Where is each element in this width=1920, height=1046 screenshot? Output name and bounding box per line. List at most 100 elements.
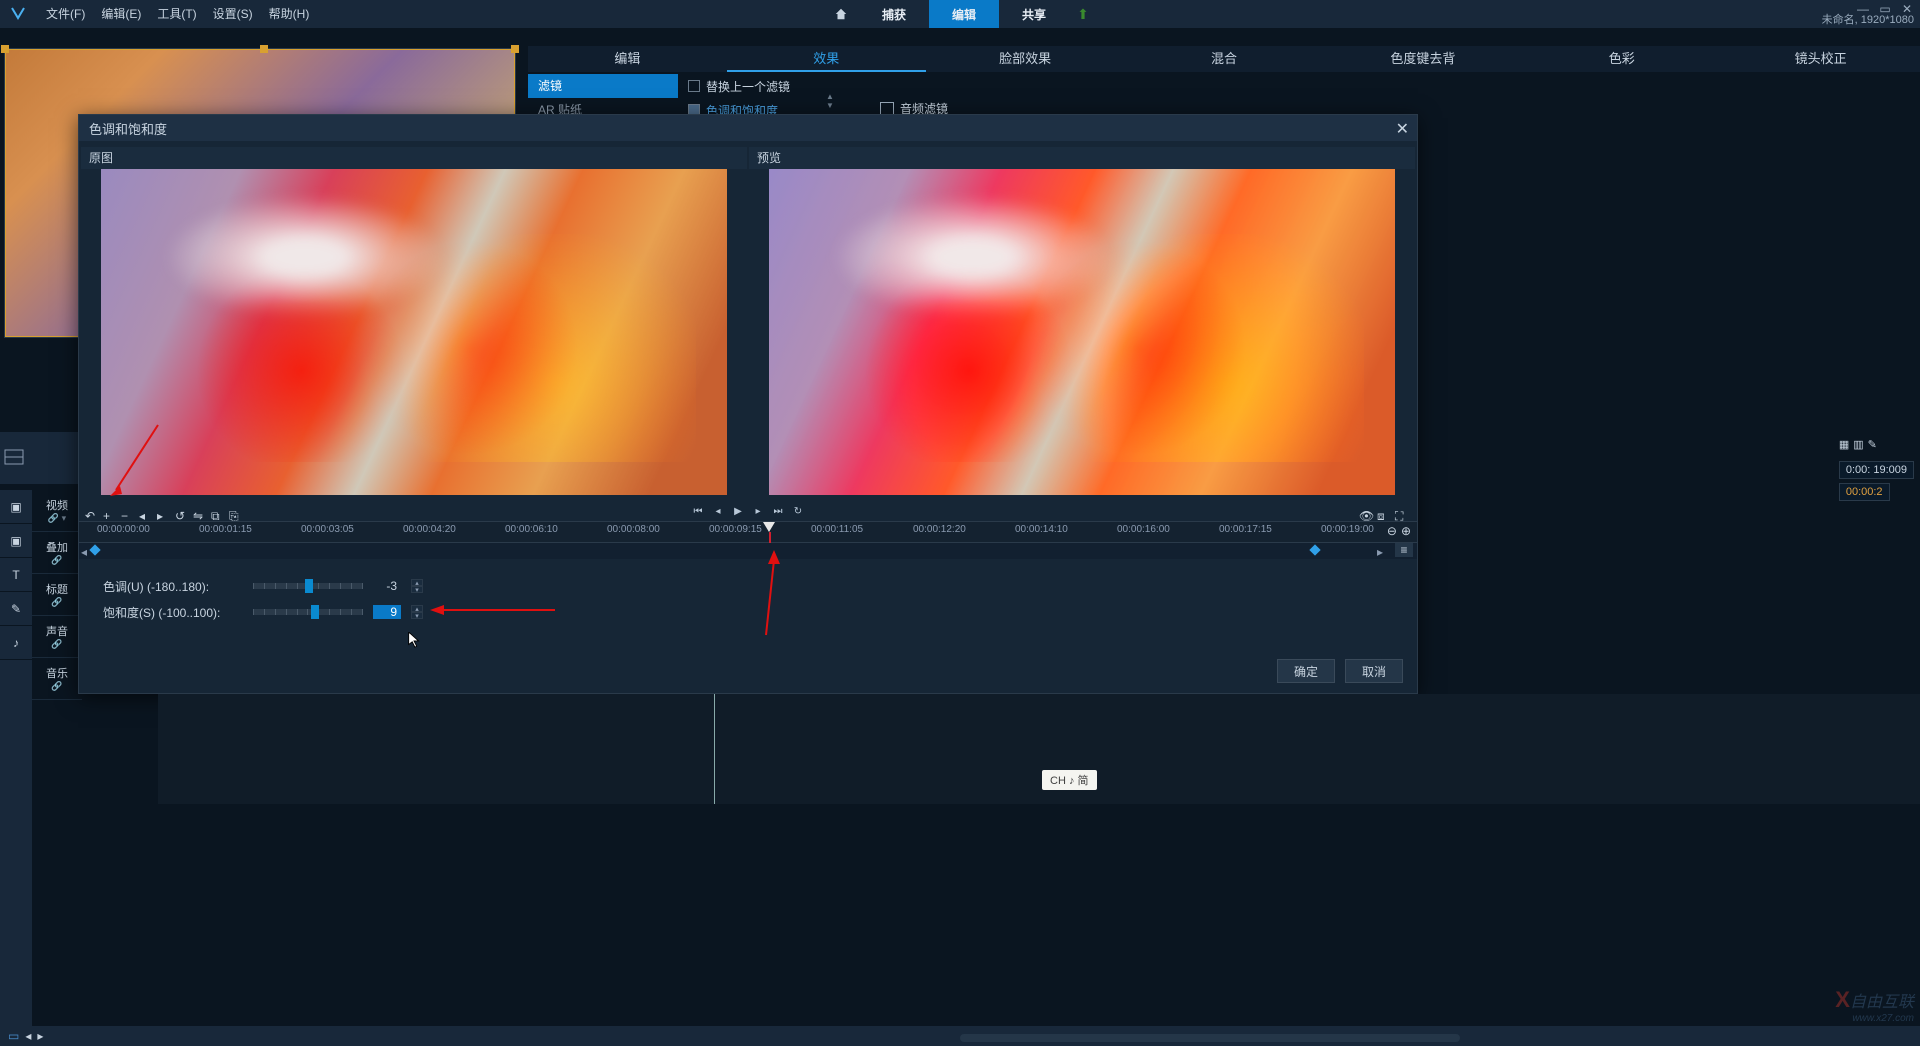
keyframe-icon[interactable] bbox=[1309, 544, 1320, 555]
voice-track-icon[interactable]: ✎ bbox=[0, 592, 32, 626]
storyboard-icon[interactable] bbox=[4, 449, 24, 468]
upload-icon[interactable]: ⬆ bbox=[1069, 0, 1097, 28]
saturation-spinner[interactable]: ▴▾ bbox=[411, 605, 423, 619]
tab-edit[interactable]: 编辑 bbox=[528, 46, 727, 72]
tab-blend[interactable]: 混合 bbox=[1125, 46, 1324, 72]
slider-thumb-icon[interactable] bbox=[311, 605, 319, 619]
loop-icon[interactable]: ↻ bbox=[790, 504, 806, 518]
play-icon[interactable]: ▶ bbox=[730, 504, 746, 518]
replace-filter-option[interactable]: 替换上一个滤镜 bbox=[678, 78, 790, 95]
spinner-down-icon[interactable]: ▾ bbox=[411, 612, 423, 619]
layout-icon[interactable]: ▥ bbox=[1853, 438, 1863, 451]
result-preview bbox=[769, 169, 1395, 495]
effect-tabs: 编辑 效果 脸部效果 混合 色度键去背 色彩 镜头校正 bbox=[528, 46, 1920, 72]
track-overlay-label[interactable]: 叠加🔗 bbox=[32, 532, 82, 574]
preview-label: 预览 bbox=[749, 147, 1415, 169]
scroll-right-icon[interactable]: ▸ bbox=[1377, 545, 1383, 559]
track-title-label[interactable]: 标题🔗 bbox=[32, 574, 82, 616]
hue-row: 色调(U) (-180..180): -3 ▴▾ bbox=[103, 573, 1393, 599]
tab-lens[interactable]: 镜头校正 bbox=[1721, 46, 1920, 72]
ruler-tick: 00:00:16:00 bbox=[1117, 524, 1170, 535]
ok-button[interactable]: 确定 bbox=[1277, 659, 1335, 683]
replace-filter-label: 替换上一个滤镜 bbox=[706, 78, 790, 95]
menu-edit[interactable]: 编辑(E) bbox=[93, 0, 149, 28]
zoom-in-icon[interactable]: ⊕ bbox=[1401, 524, 1411, 538]
goto-start-icon[interactable]: ⏮ bbox=[690, 504, 706, 518]
resize-handle-icon[interactable] bbox=[1, 45, 9, 53]
step-fwd-icon[interactable]: ▸ bbox=[750, 504, 766, 518]
zoom-out-icon[interactable]: ⊖ bbox=[1387, 524, 1397, 538]
ruler-tick: 00:00:04:20 bbox=[403, 524, 456, 535]
spinner-up-icon[interactable]: ▴ bbox=[411, 579, 423, 586]
keyframe-track[interactable]: ◂ ▸ ≡ bbox=[79, 543, 1417, 559]
menu-settings[interactable]: 设置(S) bbox=[205, 0, 261, 28]
menu-file[interactable]: 文件(F) bbox=[38, 0, 93, 28]
track-icons: ▣ ▣ T ✎ ♪ bbox=[0, 490, 32, 1026]
dialog-ruler[interactable]: 00:00:00:00 00:00:01:15 00:00:03:05 00:0… bbox=[79, 521, 1417, 543]
hue-value[interactable]: -3 bbox=[373, 579, 401, 593]
menu-tools[interactable]: 工具(T) bbox=[149, 0, 204, 28]
original-label: 原图 bbox=[81, 147, 747, 169]
track-voice-label[interactable]: 声音🔗 bbox=[32, 616, 82, 658]
ruler-tick: 00:00:12:20 bbox=[913, 524, 966, 535]
expand-track-icon[interactable]: ≡ bbox=[1395, 543, 1413, 557]
spinner-up-icon[interactable]: ▴ bbox=[411, 605, 423, 612]
title-track-icon[interactable]: T bbox=[0, 558, 32, 592]
watermark: X自由互联www.x27.com bbox=[1835, 987, 1914, 1024]
mode-share[interactable]: 共享 bbox=[999, 0, 1069, 28]
music-track-icon[interactable]: ♪ bbox=[0, 626, 32, 660]
tab-chroma[interactable]: 色度键去背 bbox=[1323, 46, 1522, 72]
mode-capture[interactable]: 捕获 bbox=[859, 0, 929, 28]
cancel-button[interactable]: 取消 bbox=[1345, 659, 1403, 683]
video-track-icon[interactable]: ▣ bbox=[0, 490, 32, 524]
menu-help[interactable]: 帮助(H) bbox=[261, 0, 318, 28]
filter-list-scroll[interactable]: ▲▼ bbox=[826, 92, 834, 110]
playhead-icon[interactable] bbox=[763, 522, 775, 532]
slider-thumb-icon[interactable] bbox=[305, 579, 313, 593]
spinner-down-icon[interactable]: ▾ bbox=[411, 586, 423, 593]
mode-home[interactable] bbox=[823, 0, 859, 28]
timeline-playhead[interactable] bbox=[714, 694, 715, 804]
ruler-tick: 00:00:17:15 bbox=[1219, 524, 1272, 535]
hue-slider[interactable] bbox=[253, 583, 363, 589]
goto-end-icon[interactable]: ⏭ bbox=[770, 504, 786, 518]
dialog-buttons: 确定 取消 bbox=[1277, 659, 1403, 683]
resize-handle-icon[interactable] bbox=[511, 45, 519, 53]
track-music-label[interactable]: 音乐🔗 bbox=[32, 658, 82, 700]
next-icon[interactable]: ▸ bbox=[37, 1029, 43, 1043]
mode-edit[interactable]: 编辑 bbox=[929, 0, 999, 28]
edit-icon[interactable]: ✎ bbox=[1868, 438, 1877, 451]
saturation-value[interactable]: 9 bbox=[373, 605, 401, 619]
keyframe-icon[interactable] bbox=[89, 544, 100, 555]
filter-category[interactable]: 滤镜 bbox=[528, 74, 678, 98]
dialog-close-button[interactable]: ✕ bbox=[1396, 119, 1409, 139]
dialog-titlebar[interactable]: 色调和饱和度 bbox=[79, 115, 1417, 141]
dialog-title: 色调和饱和度 bbox=[89, 119, 167, 138]
timeline-scrollbar[interactable] bbox=[960, 1034, 1460, 1042]
mouse-cursor-icon bbox=[408, 632, 420, 648]
ruler-tick: 00:00:03:05 bbox=[301, 524, 354, 535]
checkbox-icon[interactable] bbox=[688, 80, 700, 92]
resize-handle-icon[interactable] bbox=[260, 45, 268, 53]
ime-badge: CH ♪ 简 bbox=[1042, 770, 1097, 790]
hue-spinner[interactable]: ▴▾ bbox=[411, 579, 423, 593]
ruler-tick: 00:00:11:05 bbox=[811, 524, 863, 535]
prev-icon[interactable]: ◂ bbox=[25, 1029, 31, 1043]
layout-icon[interactable]: ▦ bbox=[1839, 438, 1849, 451]
overlay-track-icon[interactable]: ▣ bbox=[0, 524, 32, 558]
step-back-icon[interactable]: ◂ bbox=[710, 504, 726, 518]
position-display: 00:00:2 bbox=[1839, 483, 1890, 501]
track-video-label[interactable]: 视频🔗 ▾ bbox=[32, 490, 82, 532]
saturation-slider[interactable] bbox=[253, 609, 363, 615]
app-logo-icon bbox=[8, 4, 28, 24]
timeline-area[interactable] bbox=[158, 694, 1920, 804]
mode-switch: 捕获 编辑 共享 ⬆ bbox=[823, 0, 1097, 28]
ruler-tick: 00:00:00:00 bbox=[97, 524, 150, 535]
clip-icon[interactable]: ▭ bbox=[8, 1029, 19, 1043]
scroll-left-icon[interactable]: ◂ bbox=[81, 545, 87, 559]
tab-effect[interactable]: 效果 bbox=[727, 46, 926, 72]
ruler-tick: 00:00:14:10 bbox=[1015, 524, 1068, 535]
tab-color[interactable]: 色彩 bbox=[1522, 46, 1721, 72]
tab-face[interactable]: 脸部效果 bbox=[926, 46, 1125, 72]
track-labels: 视频🔗 ▾ 叠加🔗 标题🔗 声音🔗 音乐🔗 bbox=[32, 490, 82, 700]
